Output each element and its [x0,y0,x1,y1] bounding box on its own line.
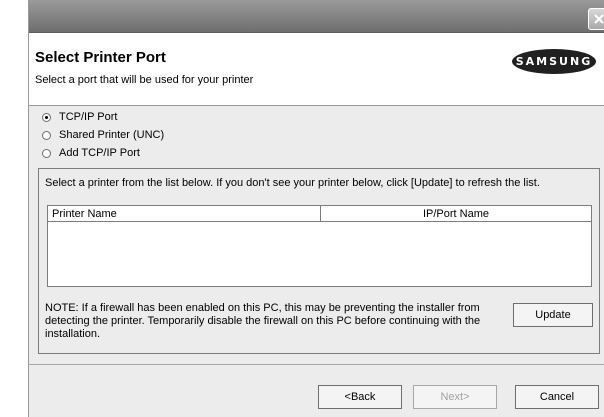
printer-selection-group: Select a printer from the list below. If… [38,168,600,354]
back-button[interactable]: <Back [318,385,402,409]
close-icon [594,14,604,24]
radio-label: Add TCP/IP Port [59,147,140,159]
footer-divider [29,364,604,365]
samsung-logo: SAMSUNG [512,49,596,74]
instruction-text: Select a printer from the list below. If… [45,177,540,189]
update-button[interactable]: Update [513,303,593,327]
column-header-ip-port-name[interactable]: IP/Port Name [321,206,591,222]
title-bar[interactable] [29,0,604,33]
printer-list[interactable]: Printer Name IP/Port Name [47,205,592,287]
next-button[interactable]: Next> [413,385,497,409]
page-subtitle: Select a port that will be used for your… [35,74,254,86]
page-title: Select Printer Port [35,49,166,66]
radio-add-tcpip-port[interactable]: Add TCP/IP Port [42,145,140,161]
radio-label: TCP/IP Port [59,111,118,123]
column-header-printer-name[interactable]: Printer Name [48,206,321,222]
radio-button-selected[interactable] [42,112,51,122]
close-button[interactable] [588,8,604,30]
firewall-note: NOTE: If a firewall has been enabled on … [45,302,481,340]
radio-shared-printer[interactable]: Shared Printer (UNC) [42,127,164,143]
radio-button[interactable] [42,148,51,158]
installer-window: Select Printer Port Select a port that w… [28,0,604,417]
radio-button[interactable] [42,130,51,140]
radio-tcpip-port[interactable]: TCP/IP Port [42,109,117,125]
radio-label: Shared Printer (UNC) [59,129,165,141]
cancel-button[interactable]: Cancel [515,385,599,409]
dialog-header: Select Printer Port Select a port that w… [29,33,604,106]
